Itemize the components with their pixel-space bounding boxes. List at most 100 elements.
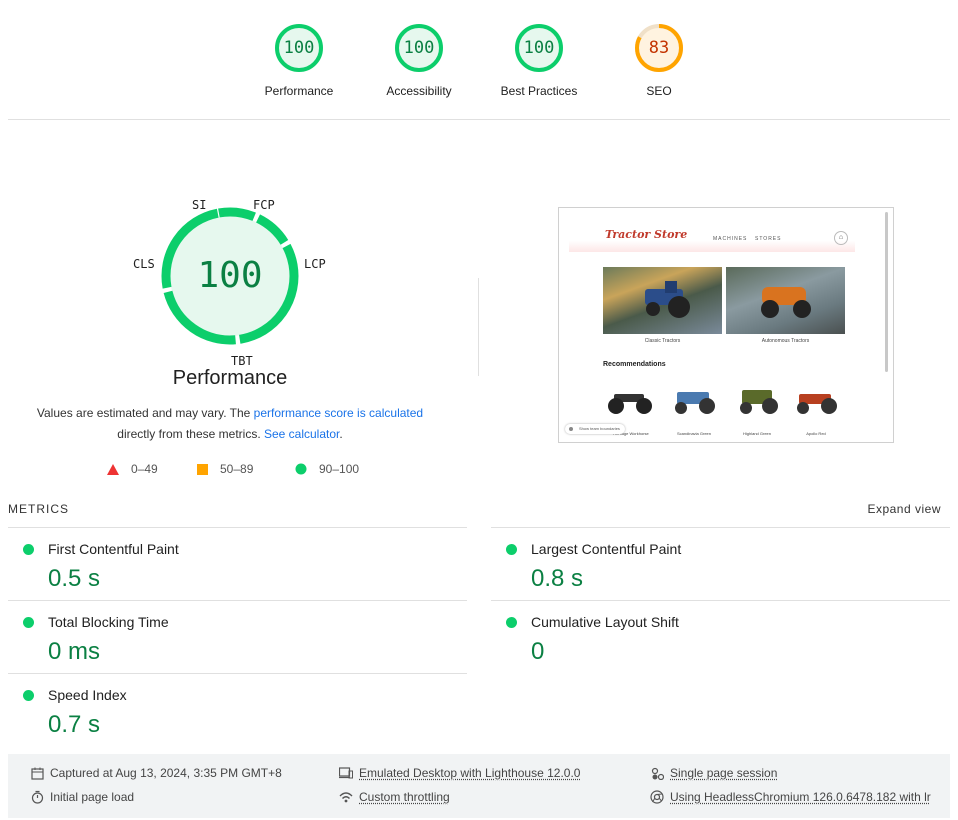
metric-name: First Contentful Paint <box>48 541 179 557</box>
note-text: . <box>339 427 343 441</box>
legend-range: 50–89 <box>220 462 254 476</box>
score-note: Values are estimated and may vary. The p… <box>20 403 440 445</box>
preview-nav-machines: MACHINES <box>713 236 748 242</box>
preview-team-toggle: Show team boundaries <box>565 424 625 434</box>
gauge-ring: 100 <box>273 22 325 74</box>
metric-cumulative-layout-shift: Cumulative Layout Shift 0 <box>491 600 950 673</box>
triangle-icon <box>107 463 119 475</box>
metric-largest-contentful-paint: Largest Contentful Paint 0.8 s <box>491 527 950 600</box>
section-divider <box>8 119 950 120</box>
gauge-score: 83 <box>648 38 670 58</box>
legend-pass: 90–100 <box>295 462 359 476</box>
gauge-ring: 100 <box>393 22 445 74</box>
footer-emulated[interactable]: Emulated Desktop with Lighthouse 12.0.0 <box>339 766 580 780</box>
preview-tractor-caption: Scandinavia Green <box>676 431 712 436</box>
final-screenshot[interactable]: Tractor Store MACHINES STORES ⌂ Classic … <box>558 207 894 443</box>
calendar-icon <box>30 766 44 780</box>
gauge-ring: 100 <box>513 22 565 74</box>
runtime-settings: Captured at Aug 13, 2024, 3:35 PM GMT+8 … <box>8 754 950 818</box>
gauge-best-practices[interactable]: 100 Best Practices <box>479 22 599 98</box>
gauge-score: 100 <box>523 38 555 58</box>
pass-icon <box>506 544 517 555</box>
metric-value: 0 ms <box>48 638 101 665</box>
legend-range: 90–100 <box>319 462 360 476</box>
footer-throttling[interactable]: Custom throttling <box>339 790 450 804</box>
metric-name: Largest Contentful Paint <box>531 541 682 557</box>
legend-fail: 0–49 <box>107 462 158 476</box>
tractor-icon <box>740 390 778 414</box>
footer-captured: Captured at Aug 13, 2024, 3:35 PM GMT+8 <box>30 766 282 780</box>
metrics-header: METRICS <box>8 502 69 516</box>
preview-scrollbar <box>885 212 888 372</box>
footer-text: Custom throttling <box>359 790 450 804</box>
preview-logo: Tractor Store <box>605 228 688 241</box>
gauge-score: 100 <box>283 38 315 58</box>
performance-score: 100 <box>197 255 263 296</box>
cart-icon: ⌂ <box>834 231 848 245</box>
footer-text: Using HeadlessChromium 126.0.6478.182 wi… <box>670 790 931 804</box>
gauge-score: 100 <box>403 38 435 58</box>
session-icon <box>650 766 664 780</box>
gauge-seo[interactable]: 83 SEO <box>599 22 719 98</box>
footer-text: Emulated Desktop with Lighthouse 12.0.0 <box>359 766 581 780</box>
score-calculated-link[interactable]: performance score is calculated <box>254 406 423 420</box>
metric-name: Cumulative Layout Shift <box>531 614 679 630</box>
metric-value: 0 <box>531 638 545 665</box>
footer-browser[interactable]: Using HeadlessChromium 126.0.6478.182 wi… <box>650 790 931 804</box>
preview-image-autonomous <box>726 267 845 334</box>
metric-value: 0.7 s <box>48 711 101 738</box>
tractor-icon <box>761 287 811 318</box>
footer-load: Initial page load <box>30 790 134 804</box>
metric-value: 0.8 s <box>531 565 584 592</box>
metric-value: 0.5 s <box>48 565 101 592</box>
preview-header: Tractor Store MACHINES STORES ⌂ <box>569 214 855 252</box>
metric-label-lcp: LCP <box>304 257 326 271</box>
metric-label-si: SI <box>192 198 207 212</box>
gauge-label: Best Practices <box>500 84 578 98</box>
vertical-divider <box>478 278 479 376</box>
gauge-accessibility[interactable]: 100 Accessibility <box>359 22 479 98</box>
category-gauges: 100 Performance 100 Accessibility 100 Be… <box>0 0 958 120</box>
gauge-label: Accessibility <box>386 84 452 98</box>
gauge-label: Performance <box>264 84 334 98</box>
footer-text: Captured at Aug 13, 2024, 3:35 PM GMT+8 <box>50 766 282 780</box>
gauge-ring: 83 <box>633 22 685 74</box>
preview-caption: Autonomous Tractors <box>761 338 810 344</box>
metric-speed-index: Speed Index 0.7 s <box>8 673 467 746</box>
gauge-label: SEO <box>646 84 672 98</box>
stopwatch-icon <box>30 790 44 804</box>
preview-image-classic <box>603 267 722 334</box>
score-legend: 0–49 50–89 90–100 <box>0 462 460 480</box>
metric-label-cls: CLS <box>133 257 155 271</box>
metric-label-fcp: FCP <box>253 198 275 212</box>
network-icon <box>339 790 353 804</box>
devices-icon <box>339 766 353 780</box>
metric-label-tbt: TBT <box>231 354 253 368</box>
pass-icon <box>23 617 34 628</box>
preview-tractor-caption: Apollo Red <box>806 431 826 436</box>
footer-text: Single page session <box>670 766 778 780</box>
performance-title: Performance <box>172 367 288 389</box>
footer-session[interactable]: Single page session <box>650 766 777 780</box>
square-icon <box>197 463 208 475</box>
expand-view-toggle[interactable]: Expand view <box>867 502 941 516</box>
pass-icon <box>506 617 517 628</box>
tractor-icon <box>797 394 837 414</box>
legend-range: 0–49 <box>131 462 158 476</box>
metric-name: Total Blocking Time <box>48 614 169 630</box>
chrome-icon <box>650 790 664 804</box>
see-calculator-link[interactable]: See calculator <box>264 427 339 441</box>
note-text: Values are estimated and may vary. The <box>36 406 254 420</box>
metric-name: Speed Index <box>48 687 127 703</box>
preview-caption: Classic Tractors <box>644 338 681 344</box>
footer-text: Initial page load <box>50 790 135 804</box>
gauge-performance[interactable]: 100 Performance <box>239 22 359 98</box>
note-text: directly from these metrics. <box>117 427 264 441</box>
metric-total-blocking-time: Total Blocking Time 0 ms <box>8 600 467 673</box>
performance-gauge: 100 SI FCP LCP TBT CLS <box>110 190 350 390</box>
circle-icon <box>295 463 307 475</box>
preview-recommendations-title: Recommendations <box>603 361 666 368</box>
pass-icon <box>23 544 34 555</box>
tractor-icon <box>675 392 715 414</box>
pass-icon <box>23 690 34 701</box>
